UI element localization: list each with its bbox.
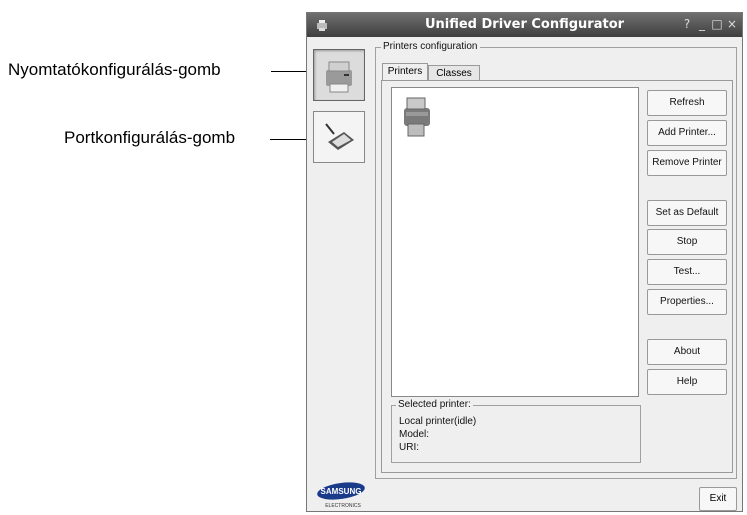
- printers-config-label: Printers configuration: [381, 41, 480, 52]
- electronics-logo-text: ELECTRONICS: [325, 503, 361, 509]
- printer-config-callout: Nyomtatókonfigurálás-gomb: [8, 60, 221, 79]
- configurator-window: Unified Driver Configurator ? _ □ × Prin…: [306, 12, 743, 512]
- printers-config-button[interactable]: [313, 49, 365, 101]
- printer-item-icon[interactable]: [398, 94, 438, 140]
- remove-printer-button[interactable]: Remove Printer: [647, 150, 727, 176]
- port-config-callout: Portkonfigurálás-gomb: [64, 128, 236, 147]
- set-default-button[interactable]: Set as Default: [647, 200, 727, 226]
- tab-classes[interactable]: Classes: [428, 65, 480, 81]
- printer-list[interactable]: [391, 87, 639, 397]
- ports-config-button[interactable]: [313, 111, 365, 163]
- maximize-button[interactable]: □: [710, 17, 724, 32]
- printer-status-text: Local printer(idle): [399, 416, 477, 427]
- about-button[interactable]: About: [647, 339, 727, 365]
- add-printer-button[interactable]: Add Printer...: [647, 120, 727, 146]
- printer-model-text: Model:: [399, 429, 430, 440]
- refresh-button[interactable]: Refresh: [647, 90, 727, 116]
- window-title: Unified Driver Configurator: [424, 17, 625, 32]
- minimize-button[interactable]: _: [695, 17, 709, 32]
- properties-button[interactable]: Properties...: [647, 289, 727, 315]
- exit-button[interactable]: Exit: [699, 487, 737, 511]
- printer-uri-text: URI:: [399, 442, 419, 453]
- selected-printer-label: Selected printer:: [396, 399, 473, 410]
- tab-printers[interactable]: Printers: [382, 63, 428, 81]
- title-bar: Unified Driver Configurator ? _ □ ×: [307, 13, 742, 37]
- help-button[interactable]: Help: [647, 369, 727, 395]
- port-icon: [325, 123, 354, 150]
- samsung-logo: SAMSUNG ELECTRONICS: [315, 480, 371, 510]
- test-button[interactable]: Test...: [647, 259, 727, 285]
- close-button[interactable]: ×: [725, 17, 739, 32]
- help-window-button[interactable]: ?: [680, 17, 694, 32]
- printer-icon: [326, 61, 352, 93]
- stop-button[interactable]: Stop: [647, 229, 727, 255]
- samsung-logo-text: SAMSUNG: [321, 487, 362, 496]
